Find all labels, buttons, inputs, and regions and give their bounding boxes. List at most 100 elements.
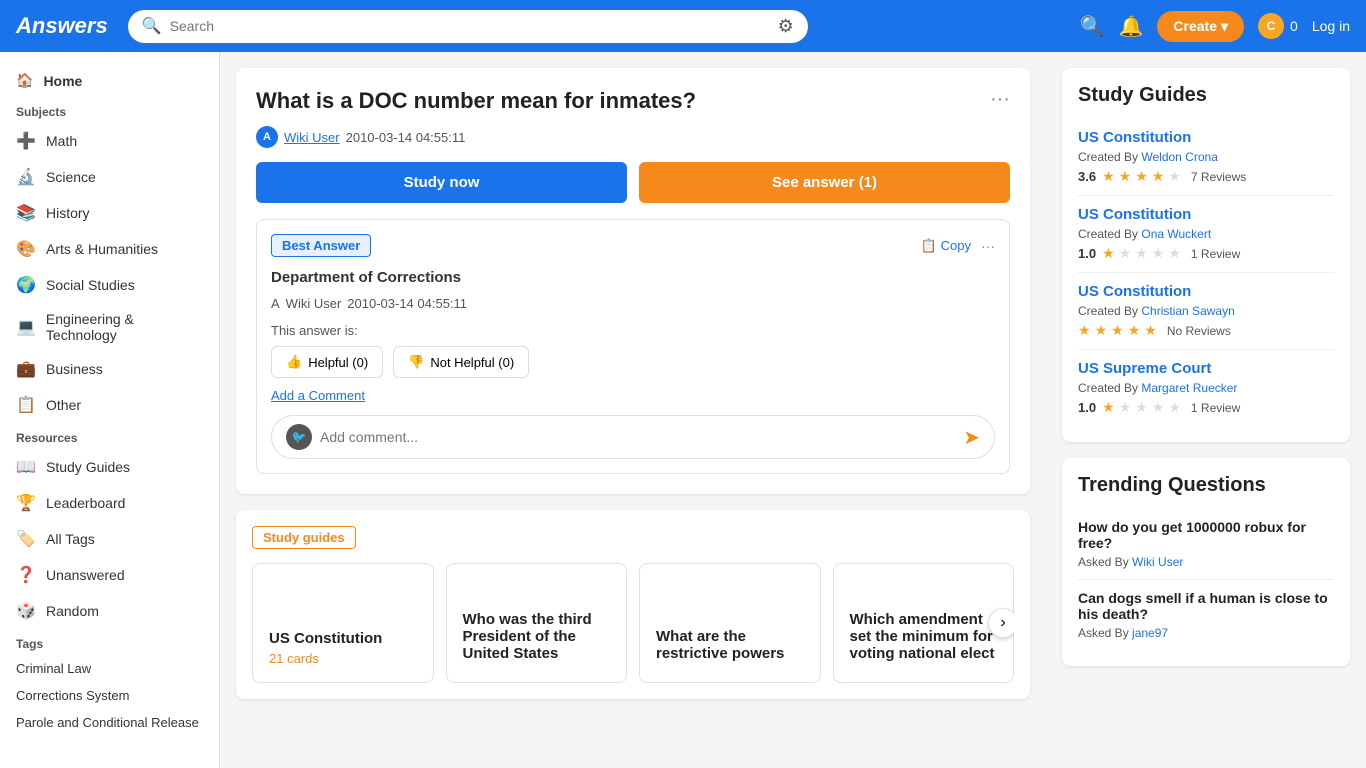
sidebar-item-engineering[interactable]: 💻 Engineering & Technology — [0, 303, 219, 351]
tq-question-0[interactable]: How do you get 1000000 robux for free? — [1078, 519, 1334, 551]
sidebar-item-science[interactable]: 🔬 Science — [0, 159, 219, 195]
tag-criminal-law[interactable]: Criminal Law — [0, 655, 219, 682]
search-input[interactable] — [170, 18, 770, 34]
sg-entry-title-0[interactable]: US Constitution — [1078, 129, 1334, 146]
answer-timestamp: 2010-03-14 04:55:11 — [347, 296, 467, 311]
search-header-icon[interactable]: 🔍 — [1080, 14, 1105, 39]
star: ★ — [1168, 399, 1181, 416]
body-wrap: 🏠 Home Subjects ➕ Math 🔬 Science 📚 Histo… — [0, 52, 1366, 768]
helpful-button[interactable]: 👍 Helpful (0) — [271, 346, 383, 378]
sg-creator-link-3[interactable]: Margaret Ruecker — [1141, 381, 1237, 395]
sidebar-item-math[interactable]: ➕ Math — [0, 123, 219, 159]
sidebar-item-unanswered[interactable]: ❓ Unanswered — [0, 557, 219, 593]
sg-card-1[interactable]: Who was the third President of the Unite… — [446, 563, 628, 683]
see-answer-button[interactable]: See answer (1) — [639, 162, 1010, 203]
sidebar-all-tags-label: All Tags — [46, 531, 95, 547]
best-answer-section: Best Answer 📋 Copy ··· Department of Cor… — [256, 219, 1010, 474]
sg-rating-2: ★ ★ ★ ★ ★ No Reviews — [1078, 322, 1334, 339]
study-now-button[interactable]: Study now — [256, 162, 627, 203]
sidebar-item-random[interactable]: 🎲 Random — [0, 593, 219, 629]
study-guides-icon: 📖 — [16, 457, 36, 477]
answer-username[interactable]: Wiki User — [286, 296, 342, 311]
site-logo: Answers — [16, 13, 108, 39]
answer-avatar: A — [271, 296, 280, 311]
more-options-button[interactable]: ··· — [990, 88, 1010, 111]
trending-questions-title: Trending Questions — [1078, 474, 1334, 497]
star: ★ — [1135, 168, 1148, 185]
star: ★ — [1102, 245, 1115, 262]
sidebar-item-arts-humanities[interactable]: 🎨 Arts & Humanities — [0, 231, 219, 267]
send-comment-button[interactable]: ➤ — [963, 425, 980, 450]
star: ★ — [1135, 399, 1148, 416]
sidebar-item-social-studies[interactable]: 🌍 Social Studies — [0, 267, 219, 303]
sidebar-item-leaderboard[interactable]: 🏆 Leaderboard — [0, 485, 219, 521]
question-title: What is a DOC number mean for inmates? — [256, 88, 990, 114]
copy-button[interactable]: 📋 Copy — [920, 238, 971, 254]
sidebar: 🏠 Home Subjects ➕ Math 🔬 Science 📚 Histo… — [0, 52, 220, 768]
home-label: Home — [43, 73, 82, 89]
history-icon: 📚 — [16, 203, 36, 223]
sg-creator-link-2[interactable]: Christian Sawayn — [1141, 304, 1234, 318]
star: ★ — [1078, 322, 1091, 339]
subjects-label: Subjects — [0, 97, 219, 123]
sidebar-item-study-guides[interactable]: 📖 Study Guides — [0, 449, 219, 485]
filter-icon[interactable]: ⚙ — [778, 16, 794, 37]
sg-card-2[interactable]: What are the restrictive powers — [639, 563, 821, 683]
sidebar-random-label: Random — [46, 603, 99, 619]
sg-entry-0: US Constitution Created By Weldon Crona … — [1078, 119, 1334, 196]
sidebar-leaderboard-label: Leaderboard — [46, 495, 125, 511]
sidebar-social-label: Social Studies — [46, 277, 135, 293]
comment-input[interactable] — [320, 429, 955, 445]
sg-rating-3: 1.0 ★ ★ ★ ★ ★ 1 Review — [1078, 399, 1334, 416]
sidebar-item-home[interactable]: 🏠 Home — [0, 64, 219, 97]
all-tags-icon: 🏷️ — [16, 529, 36, 549]
other-icon: 📋 — [16, 395, 36, 415]
resources-label: Resources — [0, 423, 219, 449]
star: ★ — [1152, 168, 1165, 185]
sg-entry-title-3[interactable]: US Supreme Court — [1078, 360, 1334, 377]
sg-stars-0: ★ ★ ★ ★ ★ — [1102, 168, 1181, 185]
tag-corrections-system[interactable]: Corrections System — [0, 682, 219, 709]
question-username[interactable]: Wiki User — [284, 130, 340, 145]
header-right: 🔍 🔔 Create ▾ C 0 Log in — [1080, 11, 1350, 42]
star: ★ — [1168, 245, 1181, 262]
add-comment-link[interactable]: Add a Comment — [271, 388, 995, 403]
notification-icon[interactable]: 🔔 — [1119, 14, 1144, 39]
star: ★ — [1095, 322, 1108, 339]
sg-entry-title-2[interactable]: US Constitution — [1078, 283, 1334, 300]
sg-card-0[interactable]: US Constitution 21 cards — [252, 563, 434, 683]
tags-label: Tags — [0, 629, 219, 655]
tq-asker-link-0[interactable]: Wiki User — [1132, 555, 1183, 569]
helpful-buttons: 👍 Helpful (0) 👎 Not Helpful (0) — [271, 346, 995, 378]
sidebar-item-other[interactable]: 📋 Other — [0, 387, 219, 423]
sg-card-3[interactable]: Which amendment set the minimum for voti… — [833, 563, 1015, 683]
sidebar-item-business[interactable]: 💼 Business — [0, 351, 219, 387]
star: ★ — [1119, 168, 1132, 185]
login-button[interactable]: Log in — [1312, 18, 1350, 34]
sg-card-title-0: US Constitution — [269, 630, 417, 647]
answer-more-options[interactable]: ··· — [981, 238, 995, 254]
unanswered-icon: ❓ — [16, 565, 36, 585]
sg-entry-2: US Constitution Created By Christian Saw… — [1078, 273, 1334, 350]
sg-creator-link-1[interactable]: Ona Wuckert — [1141, 227, 1211, 241]
not-helpful-button[interactable]: 👎 Not Helpful (0) — [393, 346, 529, 378]
tq-asker-1: Asked By jane97 — [1078, 626, 1334, 640]
sg-entry-creator-0: Created By Weldon Crona — [1078, 150, 1334, 164]
sg-card-title-3: Which amendment set the minimum for voti… — [850, 611, 998, 662]
create-button[interactable]: Create ▾ — [1157, 11, 1244, 42]
helpful-label: This answer is: — [271, 323, 995, 338]
sg-next-button[interactable]: › — [988, 608, 1014, 638]
sg-stars-2: ★ ★ ★ ★ ★ — [1078, 322, 1157, 339]
tq-asker-link-1[interactable]: jane97 — [1132, 626, 1168, 640]
sidebar-item-history[interactable]: 📚 History — [0, 195, 219, 231]
sidebar-item-all-tags[interactable]: 🏷️ All Tags — [0, 521, 219, 557]
random-icon: 🎲 — [16, 601, 36, 621]
sg-creator-link-0[interactable]: Weldon Crona — [1141, 150, 1218, 164]
sg-entry-title-1[interactable]: US Constitution — [1078, 206, 1334, 223]
tag-parole[interactable]: Parole and Conditional Release — [0, 709, 219, 736]
tq-question-1[interactable]: Can dogs smell if a human is close to hi… — [1078, 590, 1334, 622]
coin-badge: C — [1258, 13, 1284, 39]
answer-text: Department of Corrections — [271, 269, 995, 286]
search-bar[interactable]: 🔍 ⚙ — [128, 10, 808, 43]
sg-review-count-0: 7 Reviews — [1191, 170, 1246, 184]
